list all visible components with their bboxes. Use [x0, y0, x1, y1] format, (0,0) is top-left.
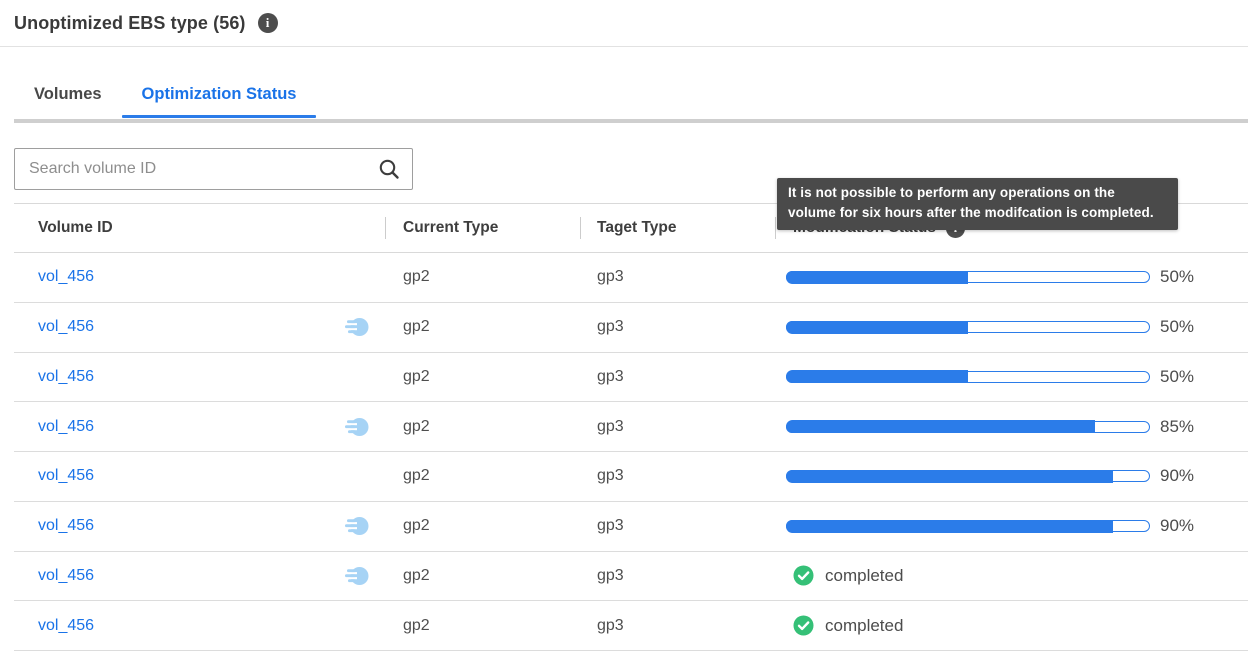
progress-percent-label: 50%	[1160, 317, 1194, 337]
current-type-value: gp2	[403, 318, 430, 336]
tab-bar: Volumes Optimization Status	[0, 85, 1248, 123]
tab-bar-rule	[14, 119, 1248, 123]
completed-status-label: completed	[825, 616, 903, 636]
optimization-table: Volume ID Current Type Taget Type Modifi…	[14, 203, 1248, 651]
target-type-value: gp3	[597, 268, 624, 286]
table-row: vol_456 gp2 gp3 50%	[14, 253, 1248, 303]
tab-optimization-status[interactable]: Optimization Status	[122, 85, 317, 117]
volume-id-link[interactable]: vol_456	[38, 368, 94, 386]
status-progress: 50%	[786, 317, 1194, 337]
volume-id-link[interactable]: vol_456	[38, 467, 94, 485]
volume-id-link[interactable]: vol_456	[38, 268, 94, 286]
progress-percent-label: 85%	[1160, 417, 1194, 437]
completed-status-label: completed	[825, 566, 903, 586]
current-type-value: gp2	[403, 517, 430, 535]
tooltip-line-2: volume for six hours after the modifcati…	[788, 203, 1167, 223]
volume-id-link[interactable]: vol_456	[38, 567, 94, 585]
table-row: vol_456 gp2 gp3 50%	[14, 303, 1248, 353]
progress-fill	[786, 370, 969, 383]
table-row: vol_456 gp2 gp3 90%	[14, 502, 1248, 552]
status-progress: 90%	[786, 516, 1194, 536]
progress-fill	[786, 470, 1113, 483]
completed-check-icon	[793, 565, 814, 586]
progress-percent-label: 50%	[1160, 267, 1194, 287]
target-type-value: gp3	[597, 368, 624, 386]
progress-bar	[786, 421, 1150, 433]
status-completed: completed	[786, 615, 903, 636]
search-input[interactable]	[14, 148, 413, 190]
current-type-value: gp2	[403, 617, 430, 635]
table-row: vol_456 gp2 gp3	[14, 552, 1248, 602]
info-icon[interactable]: i	[258, 13, 278, 33]
progress-bar	[786, 470, 1150, 482]
tooltip-line-1: It is not possible to perform any operat…	[788, 183, 1167, 203]
tab-volumes[interactable]: Volumes	[14, 85, 122, 117]
progress-percent-label: 90%	[1160, 466, 1194, 486]
current-type-value: gp2	[403, 418, 430, 436]
target-type-value: gp3	[597, 467, 624, 485]
page-header: Unoptimized EBS type (56) i	[0, 0, 1248, 47]
current-type-value: gp2	[403, 368, 430, 386]
progress-fill	[786, 271, 969, 284]
volume-id-link[interactable]: vol_456	[38, 318, 94, 336]
progress-percent-label: 90%	[1160, 516, 1194, 536]
fast-transfer-icon	[344, 316, 369, 338]
fast-transfer-icon	[344, 515, 369, 537]
progress-fill	[786, 420, 1095, 433]
volume-id-link[interactable]: vol_456	[38, 418, 94, 436]
status-completed: completed	[786, 565, 903, 586]
target-type-value: gp3	[597, 517, 624, 535]
current-type-value: gp2	[403, 567, 430, 585]
table-row: vol_456 gp2 gp3 90%	[14, 452, 1248, 502]
target-type-value: gp3	[597, 567, 624, 585]
current-type-value: gp2	[403, 268, 430, 286]
table-row: vol_456 gp2 gp3 50%	[14, 353, 1248, 403]
search-icon[interactable]	[378, 158, 400, 180]
volume-id-link[interactable]: vol_456	[38, 617, 94, 635]
column-header-volume-id: Volume ID	[14, 204, 385, 252]
current-type-value: gp2	[403, 467, 430, 485]
progress-fill	[786, 520, 1113, 533]
column-header-target-type: Taget Type	[580, 204, 775, 252]
progress-bar	[786, 321, 1150, 333]
fast-transfer-icon	[344, 416, 369, 438]
status-progress: 50%	[786, 267, 1194, 287]
table-body: vol_456 gp2 gp3 50%	[14, 253, 1248, 651]
progress-bar	[786, 271, 1150, 283]
progress-bar	[786, 520, 1150, 532]
progress-bar	[786, 371, 1150, 383]
fast-transfer-icon	[344, 565, 369, 587]
tooltip: It is not possible to perform any operat…	[777, 178, 1178, 230]
status-progress: 90%	[786, 466, 1194, 486]
target-type-value: gp3	[597, 418, 624, 436]
target-type-value: gp3	[597, 318, 624, 336]
column-header-current-type: Current Type	[385, 204, 580, 252]
page-title: Unoptimized EBS type (56)	[14, 13, 246, 34]
completed-check-icon	[793, 615, 814, 636]
progress-fill	[786, 321, 969, 334]
table-row: vol_456 gp2 gp3	[14, 601, 1248, 651]
table-row: vol_456 gp2 gp3 85%	[14, 402, 1248, 452]
volume-id-link[interactable]: vol_456	[38, 517, 94, 535]
progress-percent-label: 50%	[1160, 367, 1194, 387]
status-progress: 85%	[786, 417, 1194, 437]
status-progress: 50%	[786, 367, 1194, 387]
target-type-value: gp3	[597, 617, 624, 635]
